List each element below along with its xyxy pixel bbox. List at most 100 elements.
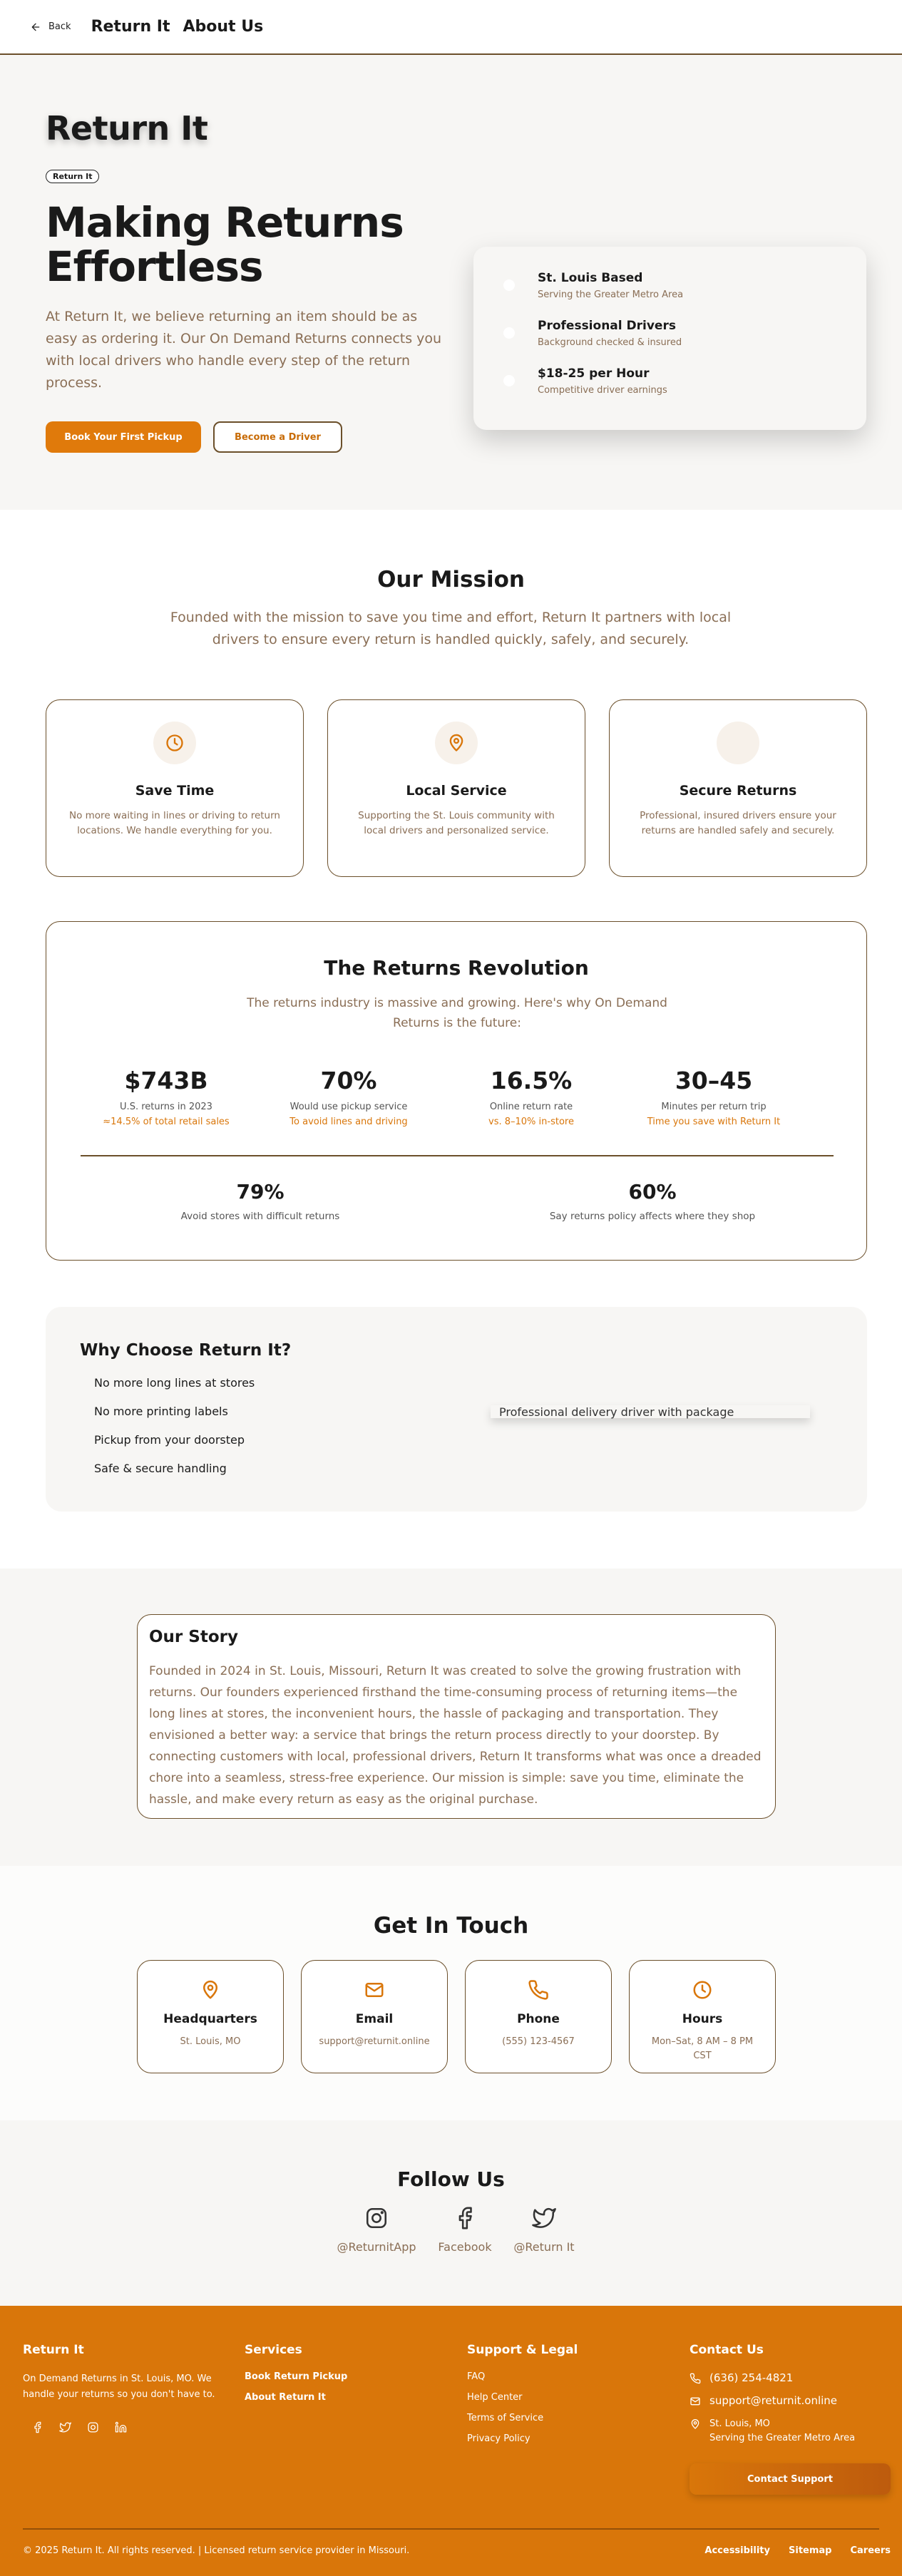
why-title: Why Choose Return It? (80, 1341, 292, 1360)
hero-info-card: St. Louis Based Serving the Greater Metr… (473, 247, 866, 430)
contact-support-button[interactable]: Contact Support (690, 2463, 891, 2495)
twitter-icon[interactable] (59, 2421, 71, 2433)
feature-text: No more waiting in lines or driving to r… (69, 810, 280, 836)
social-link-facebook[interactable]: Facebook (422, 2206, 508, 2254)
footer-copyright: © 2025 Return It. All rights reserved. |… (23, 2545, 410, 2556)
footer-location-text: St. Louis, MO (709, 2418, 770, 2429)
story-card: Our Story Founded in 2024 in St. Louis, … (137, 1614, 776, 1819)
hero-badge: Return It (46, 170, 100, 183)
stat-item: 16.5% Online return rate vs. 8–10% in-st… (446, 1067, 617, 1127)
arrow-left-icon (31, 23, 40, 31)
footer-link-sitemap[interactable]: Sitemap (789, 2545, 831, 2556)
footer-link-about[interactable]: About Return It (245, 2392, 347, 2403)
info-subtitle: Serving the Greater Metro Area (538, 289, 684, 300)
bullet-dot-icon (503, 327, 515, 339)
contact-card-title: Headquarters (163, 2012, 257, 2026)
contact-card-title: Phone (517, 2012, 560, 2026)
footer-email-text: support@returnit.online (709, 2394, 838, 2407)
social-link-twitter[interactable]: @Return It (501, 2206, 587, 2254)
stat-value: 16.5% (490, 1067, 573, 1094)
info-item: St. Louis Based Serving the Greater Metr… (503, 271, 866, 300)
stat-item: 60% Say returns policy affects where the… (503, 1180, 802, 1222)
contact-section: Get In Touch Headquarters St. Louis, MO … (0, 1866, 902, 2120)
instagram-icon (366, 2207, 387, 2229)
footer-link-privacy[interactable]: Privacy Policy (467, 2433, 578, 2444)
contact-card-value[interactable]: support@returnit.online (302, 2035, 447, 2049)
feature-title: Local Service (406, 783, 507, 799)
mail-icon (690, 2397, 700, 2406)
footer-link-careers[interactable]: Careers (850, 2545, 891, 2556)
twitter-icon (532, 2207, 556, 2228)
page-title: About Us (183, 18, 264, 36)
social-label: @ReturnitApp (337, 2240, 416, 2254)
contact-card-value[interactable]: (555) 123-4567 (466, 2035, 611, 2049)
back-button[interactable]: Back (30, 21, 71, 33)
instagram-icon[interactable] (87, 2421, 99, 2433)
stat-label: U.S. returns in 2023 (120, 1102, 212, 1112)
footer-support-title: Support & Legal (467, 2343, 578, 2357)
top-nav: Back Return It About Us (0, 0, 902, 55)
mission-title: Our Mission (377, 567, 525, 592)
contact-card-phone[interactable]: Phone (555) 123-4567 (465, 1960, 612, 2073)
become-driver-button[interactable]: Become a Driver (213, 421, 342, 453)
why-choose-card: Why Choose Return It? No more long lines… (46, 1307, 867, 1512)
story-section: Our Story Founded in 2024 in St. Louis, … (0, 1569, 902, 1866)
brand-name[interactable]: Return It (91, 18, 170, 36)
feature-text: Professional, insured drivers ensure you… (640, 810, 836, 836)
info-item: $18-25 per Hour Competitive driver earni… (503, 366, 866, 396)
stat-value: 30–45 (675, 1067, 753, 1094)
back-label: Back (48, 21, 71, 32)
footer-legal-links: Accessibility Sitemap Careers (704, 2545, 891, 2556)
feature-text: Supporting the St. Louis community with … (358, 810, 555, 836)
info-subtitle: Background checked & insured (538, 337, 682, 348)
social-label: Facebook (438, 2240, 492, 2254)
bullet-dot-icon (503, 279, 515, 291)
footer-link-help-center[interactable]: Help Center (467, 2392, 578, 2403)
linkedin-icon[interactable] (115, 2421, 127, 2433)
stat-value: 70% (320, 1067, 377, 1094)
footer-email[interactable]: support@returnit.online (690, 2394, 855, 2407)
footer-phone-text: (636) 254-4821 (709, 2371, 794, 2384)
list-item: No more long lines at stores (94, 1376, 255, 1390)
footer-link-faq[interactable]: FAQ (467, 2371, 578, 2382)
footer-support-column: Support & Legal FAQ Help Center Terms of… (467, 2343, 578, 2454)
mission-description: Founded with the mission to save you tim… (170, 610, 732, 647)
stat-label: Minutes per return trip (661, 1102, 767, 1112)
stat-sub: ≈14.5% of total retail sales (103, 1117, 230, 1127)
follow-title: Follow Us (397, 2167, 505, 2191)
footer-link-book-pickup[interactable]: Book Return Pickup (245, 2371, 347, 2382)
footer-link-terms[interactable]: Terms of Service (467, 2413, 578, 2423)
footer-tagline: On Demand Returns in St. Louis, MO. We h… (23, 2374, 215, 2400)
mail-icon (365, 1983, 384, 1997)
stat-label: Would use pickup service (289, 1102, 408, 1112)
footer-contact-title: Contact Us (690, 2343, 764, 2357)
contact-card-hours: Hours Mon–Sat, 8 AM – 8 PM CST (629, 1960, 776, 2073)
hero-logo: Return It (46, 109, 208, 148)
stat-label: Online return rate (489, 1102, 573, 1112)
stat-sub: Time you save with Return It (647, 1117, 781, 1127)
revolution-title: The Returns Revolution (324, 956, 589, 980)
mission-section: Our Mission Founded with the mission to … (0, 510, 902, 1569)
contact-card-value: Mon–Sat, 8 AM – 8 PM CST (651, 2036, 754, 2061)
feature-card-local-service: Local Service Supporting the St. Louis c… (327, 699, 585, 877)
stat-label: Say returns policy affects where they sh… (549, 1211, 756, 1222)
facebook-icon[interactable] (31, 2421, 43, 2433)
book-pickup-button[interactable]: Book Your First Pickup (46, 421, 201, 453)
footer-divider (23, 2528, 879, 2530)
why-list: No more long lines at stores No more pri… (94, 1375, 255, 1489)
phone-icon (528, 1980, 548, 2000)
stat-item: 79% Avoid stores with difficult returns (111, 1180, 410, 1222)
story-title: Our Story (149, 1628, 238, 1646)
map-pin-icon (691, 2419, 699, 2429)
divider (81, 1155, 834, 1156)
footer-phone[interactable]: (636) 254-4821 (690, 2371, 855, 2384)
footer-brand: Return It (23, 2343, 84, 2357)
site-footer: Return It On Demand Returns in St. Louis… (0, 2306, 902, 2576)
social-label: @Return It (513, 2240, 575, 2254)
social-link-instagram[interactable]: @ReturnitApp (334, 2206, 419, 2254)
contact-card-email[interactable]: Email support@returnit.online (301, 1960, 448, 2073)
info-title: St. Louis Based (538, 271, 643, 285)
footer-link-accessibility[interactable]: Accessibility (704, 2545, 770, 2556)
map-pin-icon (203, 1980, 217, 1999)
feature-card-secure-returns: Secure Returns Professional, insured dri… (609, 699, 867, 877)
